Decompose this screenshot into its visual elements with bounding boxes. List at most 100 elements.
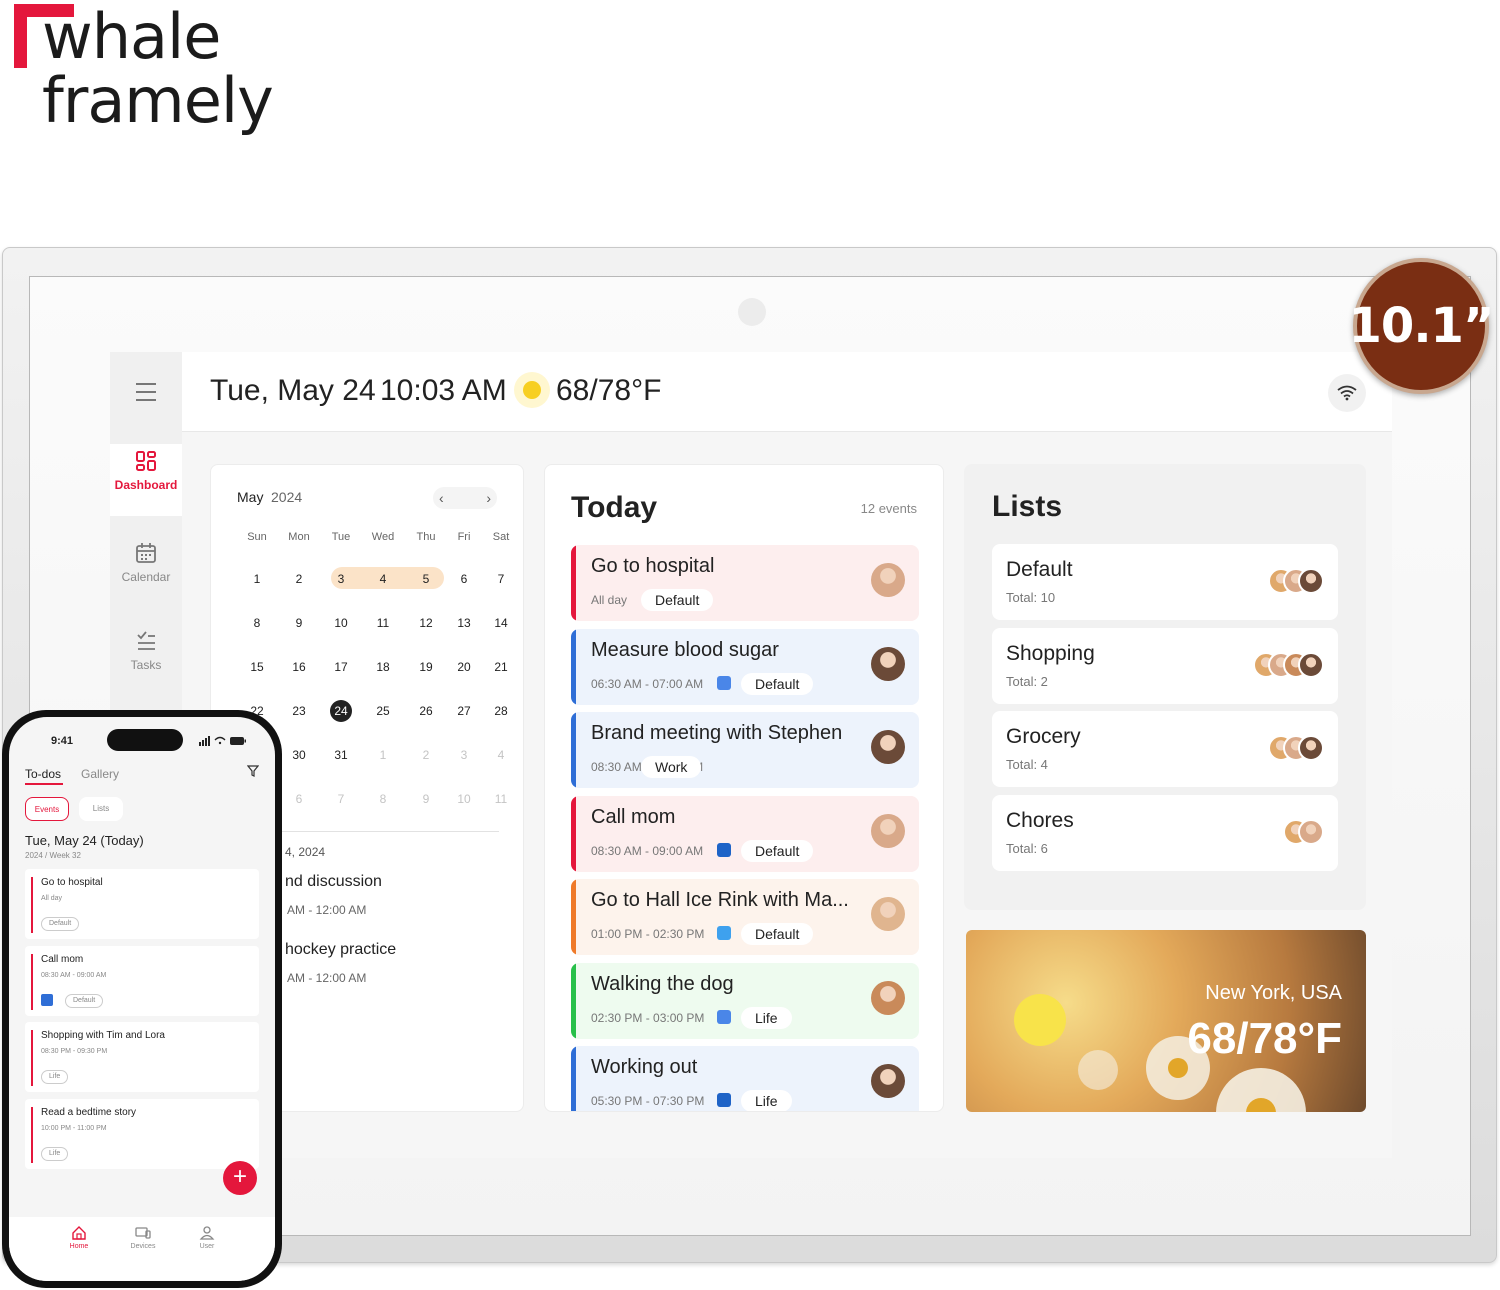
calendar-day[interactable]: 5 <box>406 565 446 593</box>
calendar-day[interactable]: 4 <box>363 565 403 593</box>
phone-event-card[interactable]: Read a bedtime story 10:00 PM - 11:00 PM L… <box>25 1098 259 1169</box>
event-card[interactable]: Working out 05:30 PM - 07:30 PM Life <box>571 1046 919 1111</box>
event-tag: Default <box>41 917 80 931</box>
calendar-day[interactable]: 25 <box>363 697 403 725</box>
calendar-day[interactable]: 16 <box>279 653 319 681</box>
calendar-day[interactable]: 28 <box>481 697 521 725</box>
calendar-day[interactable]: 13 <box>444 609 484 637</box>
event-color-strip <box>31 1106 33 1163</box>
sidebar-item-label: Tasks <box>130 658 162 672</box>
list-members <box>1268 735 1324 761</box>
phone-event-card[interactable]: Shopping with Tim and Lora 08:30 PM - 09:… <box>25 1022 259 1092</box>
event-card[interactable]: Go to Hall Ice Rink with Ma... 01:00 PM -… <box>571 879 919 955</box>
calendar-day[interactable]: 30 <box>279 741 319 769</box>
calendar-event-title[interactable]: nd discussion <box>285 873 382 891</box>
calendar-day[interactable]: 15 <box>237 653 277 681</box>
event-tag: Life <box>41 1070 69 1084</box>
calendar-day[interactable]: 2 <box>406 741 446 769</box>
calendar-day[interactable]: 9 <box>279 609 319 637</box>
sun-icon <box>1014 994 1066 1046</box>
events-pill[interactable]: Events <box>25 797 69 821</box>
sidebar-item-dashboard[interactable]: Dashboard <box>110 444 182 516</box>
calendar-day[interactable]: 1 <box>237 565 277 593</box>
calendar-day[interactable]: 31 <box>321 741 361 769</box>
tab-label: User <box>199 1243 215 1250</box>
calendar-day[interactable]: 18 <box>363 653 403 681</box>
calendar-day[interactable]: 7 <box>321 785 361 813</box>
menu-button[interactable] <box>110 352 182 432</box>
sidebar-item-tasks[interactable]: Tasks <box>110 624 182 696</box>
sidebar-item-label: Dashboard <box>114 478 178 492</box>
calendar-day[interactable]: 6 <box>444 565 484 593</box>
tab-gallery[interactable]: Gallery <box>81 767 119 781</box>
calendar-day[interactable]: 8 <box>237 609 277 637</box>
tab-label: Home <box>69 1243 89 1250</box>
phone-event-card[interactable]: Call mom 08:30 AM - 09:00 AM Default <box>25 945 259 1016</box>
calendar-day[interactable]: 7 <box>481 565 521 593</box>
tab-home[interactable]: Home <box>59 1225 99 1250</box>
calendar-day[interactable]: 3 <box>444 741 484 769</box>
event-card[interactable]: Go to hospital All day Default <box>571 545 919 621</box>
event-title: Call mom <box>41 953 84 965</box>
event-time: 01:00 PM - 02:30 PM <box>591 927 705 941</box>
list-item[interactable]: Grocery Total: 4 <box>992 711 1338 787</box>
event-color-strip <box>31 877 33 933</box>
calendar-day[interactable]: 1 <box>363 741 403 769</box>
sidebar-item-calendar[interactable]: Calendar <box>110 536 182 608</box>
event-color-strip <box>31 1030 33 1086</box>
phone-mockup: 9:41 To-dos Gallery Events Lists Tue, Ma… <box>2 710 282 1288</box>
list-item[interactable]: Chores Total: 6 <box>992 794 1338 871</box>
event-title: Call mom <box>591 805 676 828</box>
calendar-day[interactable]: 26 <box>406 697 446 725</box>
list-item[interactable]: Default Total: 10 <box>992 544 1338 620</box>
calendar-day[interactable]: 11 <box>363 609 403 637</box>
calendar-day[interactable]: 10 <box>444 785 484 813</box>
calendar-day[interactable]: 17 <box>321 653 361 681</box>
calendar-day[interactable]: 23 <box>279 697 319 725</box>
calendar-day[interactable]: 21 <box>481 653 521 681</box>
calendar-day-today[interactable]: 24 <box>321 697 361 725</box>
current-temperature: 68/78°F <box>556 374 662 407</box>
chevron-left-icon[interactable]: ‹ <box>439 490 444 506</box>
calendar-day[interactable]: 12 <box>406 609 446 637</box>
calendar-day[interactable]: 27 <box>444 697 484 725</box>
event-card[interactable]: Walking the dog 02:30 PM - 03:00 PM Life <box>571 962 919 1039</box>
calendar-day[interactable]: 8 <box>363 785 403 813</box>
event-title: Go to hospital <box>591 555 715 577</box>
avatar <box>1298 651 1324 678</box>
tab-user[interactable]: User <box>187 1225 227 1250</box>
chevron-right-icon[interactable]: › <box>486 490 491 506</box>
weekday-label: Sat <box>492 531 510 543</box>
tab-todos[interactable]: To-dos <box>25 767 61 781</box>
weekday-label: Wed <box>371 531 395 543</box>
weather-temperature: 68/78°F <box>1187 1014 1342 1063</box>
calendar-day[interactable]: 4 <box>481 741 521 769</box>
event-color-strip <box>31 953 33 1010</box>
list-item[interactable]: Shopping Total: 2 <box>992 627 1338 704</box>
weather-location: New York, USA <box>1205 982 1342 1004</box>
phone-event-card[interactable]: Go to hospital All day Default <box>25 869 259 939</box>
tab-devices[interactable]: Devices <box>123 1225 163 1250</box>
add-button[interactable]: + <box>223 1161 257 1195</box>
calendar-day[interactable]: 2 <box>279 565 319 593</box>
calendar-day[interactable]: 11 <box>481 785 521 813</box>
calendar-day[interactable]: 9 <box>406 785 446 813</box>
event-count: 12 events <box>860 501 917 516</box>
calendar-day[interactable]: 10 <box>321 609 361 637</box>
event-card[interactable]: Call mom 08:30 AM - 09:00 AM Default <box>571 795 919 872</box>
wifi-button[interactable] <box>1328 374 1366 412</box>
filter-icon[interactable] <box>247 765 259 777</box>
calendar-day[interactable]: 3 <box>321 565 361 593</box>
calendar-day[interactable]: 19 <box>406 653 446 681</box>
lists-pill[interactable]: Lists <box>79 797 123 821</box>
calendar-day[interactable]: 20 <box>444 653 484 681</box>
calendar-day[interactable]: 14 <box>481 609 521 637</box>
icloud-icon <box>717 926 731 940</box>
avatar <box>871 897 905 931</box>
event-card[interactable]: Measure blood sugar 06:30 AM - 07:00 AM De… <box>571 628 919 705</box>
weekday-label: Mon <box>288 531 310 543</box>
event-card[interactable]: Brand meeting with Stephen08:30 AM - 09:… <box>571 712 919 788</box>
calendar-event-title[interactable]: hockey practice <box>285 941 396 959</box>
calendar-selected-date: 4, 2024 <box>285 845 326 859</box>
calendar-day[interactable]: 6 <box>279 785 319 813</box>
